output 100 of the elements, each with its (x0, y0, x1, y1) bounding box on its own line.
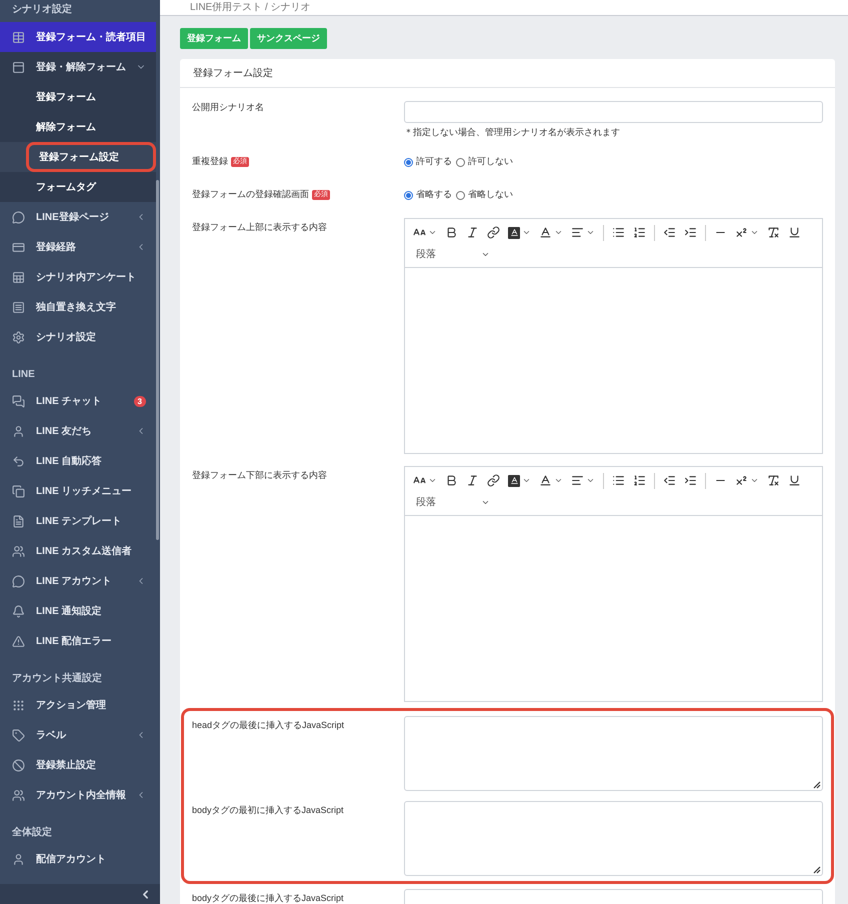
highlight-color-icon[interactable] (508, 474, 520, 486)
caret-icon[interactable] (554, 228, 563, 237)
indent-icon[interactable] (684, 226, 697, 239)
sidebar-item[interactable]: LINE チャット 3 (0, 386, 156, 416)
link-icon[interactable] (487, 226, 500, 239)
indent-icon[interactable] (684, 474, 697, 487)
sidebar-item[interactable]: 登録経路 (0, 232, 156, 262)
underline-icon[interactable] (788, 474, 801, 487)
input-field[interactable] (404, 101, 823, 123)
sidebar-item[interactable]: 登録フォーム・読者項目 (0, 22, 156, 52)
radio-button[interactable] (404, 158, 413, 166)
italic-icon[interactable] (466, 226, 479, 239)
bold-icon[interactable] (445, 226, 458, 239)
sidebar-item[interactable]: アクション管理 (0, 690, 156, 720)
superscript-icon[interactable] (735, 226, 748, 239)
sidebar-item[interactable]: LINE 配信エラー (0, 626, 156, 656)
users-icon (12, 788, 25, 802)
section-label: LINE (11, 368, 36, 382)
sidebar-item[interactable]: LINE 自動応答 (0, 446, 156, 476)
caret-icon[interactable] (586, 228, 595, 237)
clear-format-icon[interactable] (767, 226, 780, 239)
reply-icon (12, 454, 25, 468)
caret-icon[interactable] (586, 476, 595, 485)
bell-icon (12, 604, 25, 618)
numbered-list-icon[interactable] (633, 474, 646, 487)
underline-icon[interactable] (788, 226, 801, 239)
submenu-item[interactable]: 解除フォーム (0, 112, 156, 142)
textarea-field[interactable] (404, 800, 823, 876)
submenu-item[interactable]: フォームタグ (0, 172, 156, 202)
text-color-icon[interactable] (539, 226, 552, 239)
highlight-color-icon[interactable] (508, 226, 520, 238)
outdent-icon[interactable] (663, 474, 676, 487)
format-select[interactable]: 段落 (410, 494, 490, 512)
sidebar-item[interactable]: LINE カスタム送信者 (0, 536, 156, 566)
sidebar-item[interactable]: 配信アカウント (0, 844, 156, 874)
sidebar-item[interactable]: LINE 友だち (0, 416, 156, 446)
table-icon (12, 30, 25, 44)
field-label: 登録フォーム上部に表示する内容 (192, 220, 327, 234)
field-label: 登録フォーム下部に表示する内容 (192, 468, 327, 482)
caret-icon[interactable] (750, 476, 759, 485)
radio-button[interactable] (456, 158, 465, 166)
radio-label: 省略する (416, 188, 452, 202)
field-label: headタグの最後に挿入するJavaScript (192, 718, 344, 732)
outdent-icon[interactable] (663, 226, 676, 239)
sidebar-item[interactable]: シナリオ内アンケート (0, 262, 156, 292)
scrollbar[interactable] (156, 180, 159, 540)
copy-icon (12, 484, 25, 498)
radio-label: 許可する (416, 155, 452, 168)
count-badge: 3 (134, 396, 146, 406)
sidebar-item[interactable]: LINE 通知設定 (0, 596, 156, 626)
card-title: 登録フォーム設定 (180, 59, 835, 88)
textarea-field[interactable] (404, 716, 823, 790)
sidebar-item[interactable]: ラベル (0, 720, 156, 750)
field-label: bodyタグの最初に挿入するJavaScript (192, 804, 344, 817)
sidebar-item[interactable]: LINE テンプレート (0, 506, 156, 536)
sidebar-item[interactable]: LINE アカウント (0, 566, 156, 596)
caret-icon[interactable] (750, 228, 759, 237)
radio-label: 省略しない (468, 188, 513, 202)
warning-icon (12, 634, 25, 648)
submenu-item[interactable]: 登録フォーム (0, 82, 156, 112)
sidebar-item[interactable]: 登録禁止設定 (0, 750, 156, 780)
superscript-icon[interactable] (735, 474, 748, 487)
caret-icon[interactable] (522, 228, 531, 237)
sidebar-item[interactable]: アカウント内全情報 (0, 780, 156, 810)
submenu-item[interactable]: 登録フォーム設定 (26, 142, 156, 172)
bullet-list-icon[interactable] (612, 226, 625, 239)
link-icon[interactable] (487, 474, 500, 487)
caret-icon[interactable] (428, 476, 437, 485)
settings-icon (12, 330, 25, 344)
rich-text-editor[interactable]: 段落 (404, 218, 823, 454)
field-label: 重複登録 (192, 155, 228, 168)
sidebar-item[interactable]: LINE リッチメニュー (0, 476, 156, 506)
panel-icon (12, 60, 25, 74)
caret-icon[interactable] (554, 476, 563, 485)
text-color-icon[interactable] (539, 474, 552, 487)
resize-handle-icon[interactable] (813, 780, 821, 788)
sidebar-item[interactable]: シナリオ設定 (0, 322, 156, 352)
caret-icon[interactable] (522, 476, 531, 485)
resize-handle-icon[interactable] (813, 866, 821, 874)
sidebar-item[interactable]: LINE登録ページ (0, 202, 156, 232)
align-left-icon[interactable] (571, 226, 584, 239)
user-icon (12, 852, 25, 866)
document-icon (12, 514, 25, 528)
format-select[interactable]: 段落 (410, 246, 490, 264)
radio-button[interactable] (404, 190, 413, 200)
card-icon (12, 240, 25, 254)
clear-format-icon[interactable] (767, 474, 780, 487)
caret-icon[interactable] (428, 228, 437, 237)
field-label: bodyタグの最後に挿入するJavaScript (192, 892, 344, 904)
italic-icon[interactable] (466, 474, 479, 487)
align-left-icon[interactable] (571, 474, 584, 487)
bullet-list-icon[interactable] (612, 474, 625, 487)
radio-button[interactable] (456, 190, 465, 200)
sidebar-item[interactable]: 登録・解除フォーム (0, 52, 156, 82)
numbered-list-icon[interactable] (633, 226, 646, 239)
rich-text-editor[interactable]: 段落 (404, 466, 823, 702)
user-icon (12, 424, 25, 438)
chat-icon (12, 394, 25, 408)
sidebar-item[interactable]: 独自置き換え文字 (0, 292, 156, 322)
bold-icon[interactable] (445, 474, 458, 487)
